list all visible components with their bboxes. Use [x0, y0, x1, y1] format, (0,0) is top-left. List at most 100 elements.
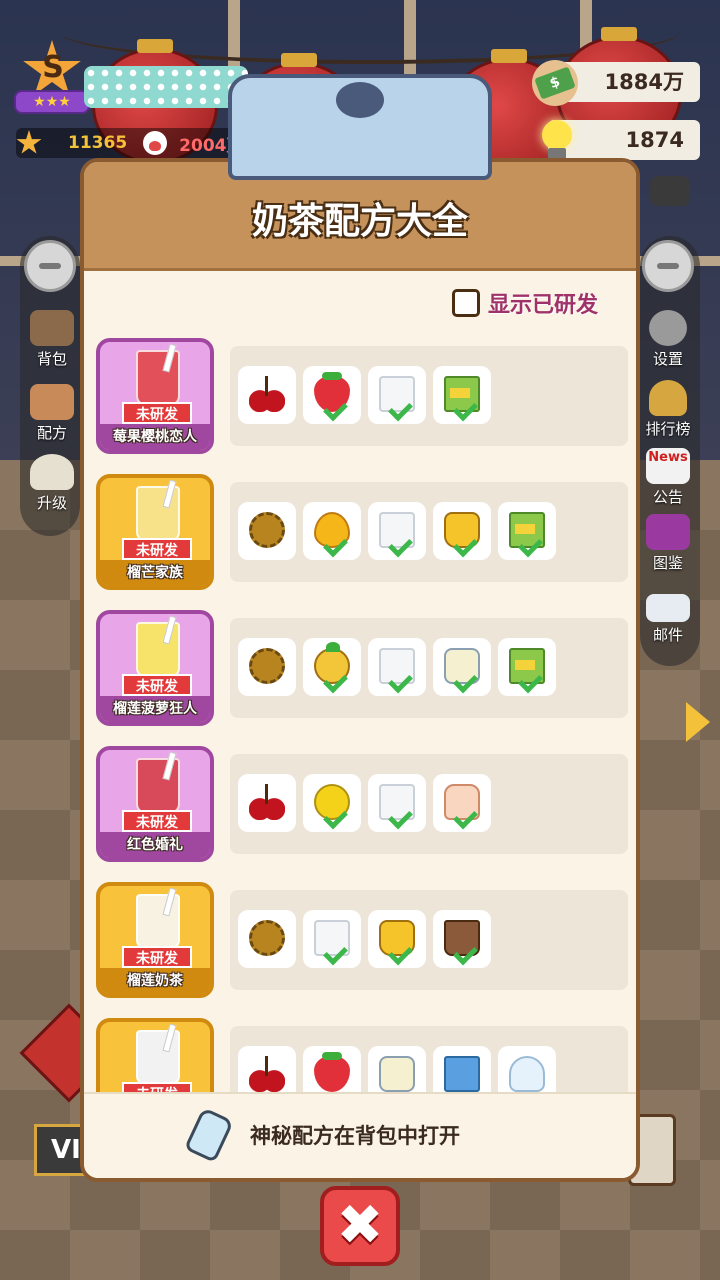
- star-icon: [16, 130, 42, 154]
- ingredient-slot[interactable]: [433, 910, 491, 968]
- clipboard-clip-hole: [336, 82, 384, 118]
- menu-label: 配方: [36, 424, 67, 442]
- ice-cream-icon: [509, 1056, 545, 1092]
- ingredient-strip: [230, 346, 628, 446]
- recipe-card[interactable]: 未研发 榴芒家族: [96, 474, 214, 590]
- ingredient-slot[interactable]: [498, 1046, 556, 1092]
- cash-icon: $: [532, 60, 578, 106]
- milk-carton-icon: [444, 1056, 480, 1092]
- drink-cup-icon: [136, 1030, 180, 1086]
- ingredient-slot[interactable]: [368, 774, 426, 832]
- left-menu-collapse-button[interactable]: [24, 240, 76, 292]
- ingredient-slot[interactable]: [498, 502, 556, 560]
- ingredient-slot[interactable]: [368, 638, 426, 696]
- menu-label: 邮件: [652, 626, 683, 644]
- right-menu-collapse-button[interactable]: [642, 240, 694, 292]
- ingredient-slot[interactable]: [303, 1046, 361, 1092]
- show-researched-checkbox[interactable]: [452, 289, 480, 317]
- message-bottle-icon: [183, 1106, 235, 1164]
- ingredient-slot[interactable]: [433, 638, 491, 696]
- recipe-row[interactable]: 未研发 红色婚礼: [84, 746, 636, 866]
- ingredient-slot[interactable]: [238, 1046, 296, 1092]
- drink-cup-icon: [136, 758, 180, 814]
- ingredient-slot[interactable]: [368, 366, 426, 424]
- recipe-card[interactable]: 未研发: [96, 1018, 214, 1092]
- recipe-card[interactable]: 未研发 榴莲菠萝狂人: [96, 610, 214, 726]
- jar-icon: [379, 1056, 415, 1092]
- recipe-row[interactable]: 未研发 榴莲菠萝狂人: [84, 610, 636, 730]
- menu-collection-button[interactable]: 图鉴: [636, 514, 700, 573]
- menu-settings-button[interactable]: 设置: [636, 310, 700, 369]
- status-stamp: 未研发: [122, 402, 192, 424]
- ingredient-slot[interactable]: [303, 910, 361, 968]
- drink-cup-icon: [136, 622, 180, 678]
- status-stamp: 未研发: [122, 946, 192, 968]
- ingredient-slot[interactable]: [303, 366, 361, 424]
- level-letter: S: [42, 50, 64, 85]
- menu-label: 升级: [36, 494, 67, 512]
- ingredient-slot[interactable]: [498, 638, 556, 696]
- recipe-row[interactable]: 未研发 榴莲奶茶: [84, 882, 636, 1002]
- recipe-name: 红色婚礼: [100, 832, 210, 858]
- dialog-title: 奶茶配方大全: [251, 201, 468, 242]
- status-stamp: 未研发: [122, 1082, 192, 1092]
- ingredient-slot[interactable]: [238, 502, 296, 560]
- menu-label: 公告: [652, 488, 683, 506]
- trophy-icon: [649, 380, 687, 416]
- menu-label: 背包: [36, 350, 67, 368]
- ingredient-strip: [230, 1026, 628, 1092]
- ingredient-slot[interactable]: [303, 502, 361, 560]
- ingredient-slot[interactable]: [238, 638, 296, 696]
- menu-ranking-button[interactable]: 排行榜: [636, 380, 700, 439]
- chevron-right-icon[interactable]: [684, 700, 714, 744]
- recipe-name: 榴芒家族: [100, 560, 210, 586]
- menu-recipe-button[interactable]: 配方: [20, 384, 84, 443]
- ingredient-slot[interactable]: [433, 502, 491, 560]
- ingredient-strip: [230, 618, 628, 718]
- ingredient-strip: [230, 482, 628, 582]
- ingredient-slot[interactable]: [238, 774, 296, 832]
- status-stamp: 未研发: [122, 674, 192, 696]
- recipe-list[interactable]: 未研发莓果樱桃恋人未研发榴芒家族未研发榴莲菠萝狂人未研发红色婚礼未研发榴莲奶茶未…: [84, 338, 636, 1092]
- recipe-row[interactable]: 未研发 榴芒家族: [84, 474, 636, 594]
- recipe-row[interactable]: 未研发: [84, 1018, 636, 1092]
- recipe-name: 莓果樱桃恋人: [100, 424, 210, 450]
- menu-label: 设置: [652, 350, 683, 368]
- recipe-card[interactable]: 未研发 榴莲奶茶: [96, 882, 214, 998]
- recipe-name: 榴莲菠萝狂人: [100, 696, 210, 722]
- level-stars: ★★★: [14, 90, 90, 114]
- ingredient-slot[interactable]: [303, 774, 361, 832]
- player-name-box[interactable]: [84, 66, 248, 108]
- ingredient-strip: [230, 890, 628, 990]
- ingredient-slot[interactable]: [303, 638, 361, 696]
- ingredient-slot[interactable]: [433, 774, 491, 832]
- star-count: 11365: [68, 133, 128, 153]
- recipe-book-icon: [30, 384, 74, 420]
- menu-label: 图鉴: [652, 554, 683, 572]
- news-icon: News: [646, 448, 690, 484]
- ingredient-slot[interactable]: [368, 1046, 426, 1092]
- menu-mail-button[interactable]: 邮件: [636, 594, 700, 645]
- recipe-card[interactable]: 未研发 莓果樱桃恋人: [96, 338, 214, 454]
- show-researched-toggle[interactable]: 显示已研发: [452, 286, 598, 320]
- recipe-name: 榴莲奶茶: [100, 968, 210, 994]
- drink-cup-icon: [136, 894, 180, 950]
- drink-cup-icon: [136, 486, 180, 542]
- close-button[interactable]: ✖: [320, 1186, 400, 1266]
- recipe-card[interactable]: 未研发 红色婚礼: [96, 746, 214, 862]
- ingredient-slot[interactable]: [433, 366, 491, 424]
- ingredient-slot[interactable]: [368, 502, 426, 560]
- visitor-icon: [143, 131, 168, 155]
- ingredient-slot[interactable]: [238, 910, 296, 968]
- cherry-icon: [249, 784, 285, 820]
- strawberry-icon: [314, 1052, 350, 1092]
- menu-notice-button[interactable]: News 公告: [636, 448, 700, 507]
- ingredient-slot[interactable]: [368, 910, 426, 968]
- menu-upgrade-button[interactable]: 升级: [20, 454, 84, 513]
- ingredient-slot[interactable]: [433, 1046, 491, 1092]
- player-level-badge[interactable]: S ★★★: [14, 40, 90, 120]
- recipe-row[interactable]: 未研发 莓果樱桃恋人: [84, 338, 636, 458]
- menu-backpack-button[interactable]: 背包: [20, 310, 84, 369]
- camera-button[interactable]: [638, 176, 702, 208]
- ingredient-slot[interactable]: [238, 366, 296, 424]
